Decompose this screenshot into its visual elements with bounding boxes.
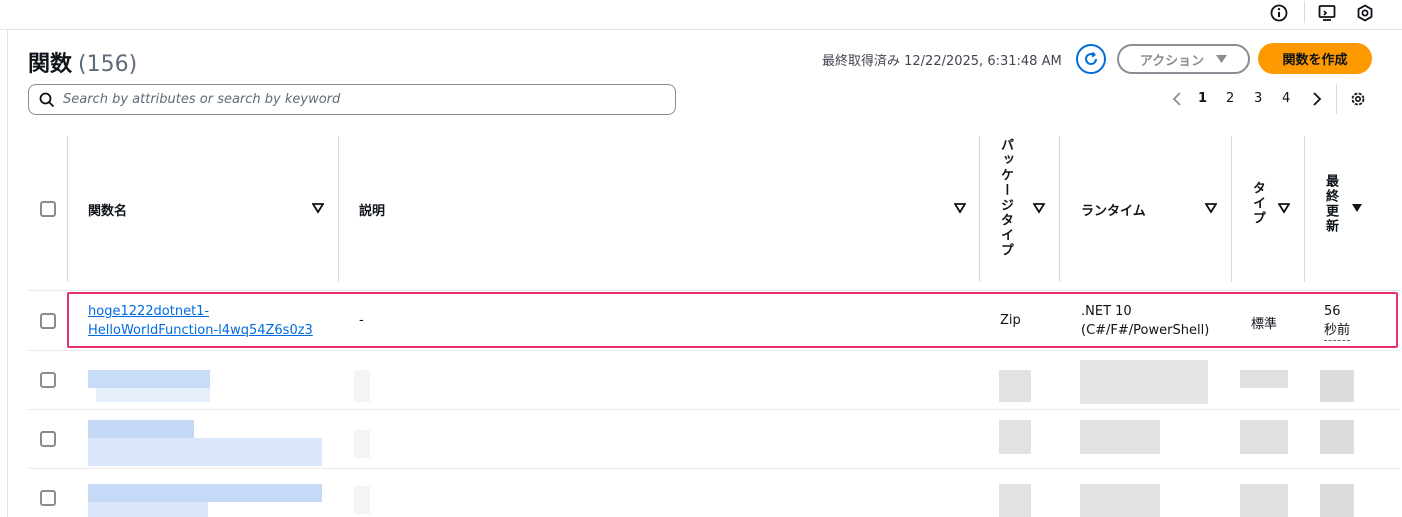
row-checkbox[interactable]: [40, 313, 56, 329]
settings-hex-icon[interactable]: [1355, 3, 1375, 23]
page-title: 関数 (156): [28, 46, 137, 78]
sort-caret-icon: [1033, 203, 1045, 214]
page-2[interactable]: 2: [1226, 91, 1234, 106]
column-header-last-modified[interactable]: 最終更新: [1304, 136, 1400, 282]
redacted-type: [1240, 484, 1288, 517]
search-input[interactable]: [63, 92, 653, 107]
column-header-type-label: タイプ: [1250, 181, 1265, 226]
row-checkbox[interactable]: [40, 490, 56, 506]
redacted-package-type: [999, 370, 1031, 402]
cloudshell-icon[interactable]: [1317, 3, 1337, 23]
search-field[interactable]: [28, 84, 676, 115]
redacted-last-modified: [1320, 370, 1354, 402]
refresh-icon: [1085, 51, 1098, 65]
column-header-name[interactable]: 関数名: [67, 136, 338, 282]
redacted-function-name: [96, 388, 210, 402]
redacted-runtime: [1080, 360, 1208, 404]
sort-caret-icon: [954, 203, 966, 214]
sort-caret-filled-icon: [1352, 204, 1362, 212]
column-header-package-type-label: パッケージタイプ: [998, 138, 1013, 258]
column-header-description[interactable]: 説明: [338, 136, 979, 282]
redacted-runtime: [1080, 420, 1160, 454]
top-utility-bar: [0, 0, 1402, 30]
last-fetched-text: 最終取得済み 12/22/2025, 6:31:48 AM: [822, 54, 1062, 69]
gear-icon[interactable]: [1349, 90, 1367, 108]
sort-caret-icon: [1278, 203, 1290, 214]
search-icon: [39, 92, 55, 107]
column-header-package-type[interactable]: パッケージタイプ: [979, 136, 1059, 282]
column-header-last-modified-label: 最終更新: [1323, 174, 1338, 234]
sort-caret-icon: [312, 203, 324, 214]
page-title-text: 関数: [28, 52, 73, 77]
row-checkbox[interactable]: [40, 431, 56, 447]
sort-caret-icon: [1205, 203, 1217, 214]
caret-down-icon: [1216, 55, 1228, 63]
redacted-description: [354, 370, 370, 402]
page-3[interactable]: 3: [1254, 91, 1262, 106]
function-count: (156): [78, 52, 138, 77]
redacted-package-type: [999, 484, 1031, 517]
column-header-name-label: 関数名: [88, 203, 128, 219]
redacted-type: [1240, 420, 1288, 454]
redacted-description: [354, 430, 370, 458]
redacted-function-name: [88, 370, 210, 388]
redacted-runtime: [1080, 484, 1160, 517]
actions-label: アクション: [1139, 53, 1205, 69]
column-header-runtime-label: ランタイム: [1081, 203, 1146, 219]
select-all-checkbox[interactable]: [40, 201, 56, 217]
redacted-description: [354, 486, 370, 514]
column-header-description-label: 説明: [359, 203, 386, 219]
redacted-package-type: [999, 420, 1031, 454]
redacted-last-modified: [1320, 420, 1354, 454]
redacted-function-name: [88, 484, 322, 502]
redacted-function-name: [88, 502, 208, 517]
actions-dropdown-button[interactable]: アクション: [1117, 44, 1250, 74]
redacted-function-name: [88, 438, 322, 466]
info-icon[interactable]: [1269, 3, 1289, 23]
redacted-last-modified: [1320, 484, 1354, 517]
topbar-divider: [1304, 1, 1305, 23]
prev-page-icon[interactable]: [1172, 92, 1182, 106]
page-4[interactable]: 4: [1282, 91, 1290, 106]
redacted-function-name: [88, 420, 194, 438]
column-header-runtime[interactable]: ランタイム: [1059, 136, 1231, 282]
refresh-button[interactable]: [1076, 44, 1106, 74]
highlight-annotation-box: [67, 292, 1398, 348]
next-page-icon[interactable]: [1312, 92, 1322, 106]
create-function-button[interactable]: 関数を作成: [1258, 43, 1372, 74]
redacted-type: [1240, 370, 1288, 388]
page-1[interactable]: 1: [1198, 91, 1207, 106]
row-checkbox[interactable]: [40, 372, 56, 388]
pagination-divider: [1336, 84, 1337, 114]
column-header-type[interactable]: タイプ: [1231, 136, 1304, 282]
